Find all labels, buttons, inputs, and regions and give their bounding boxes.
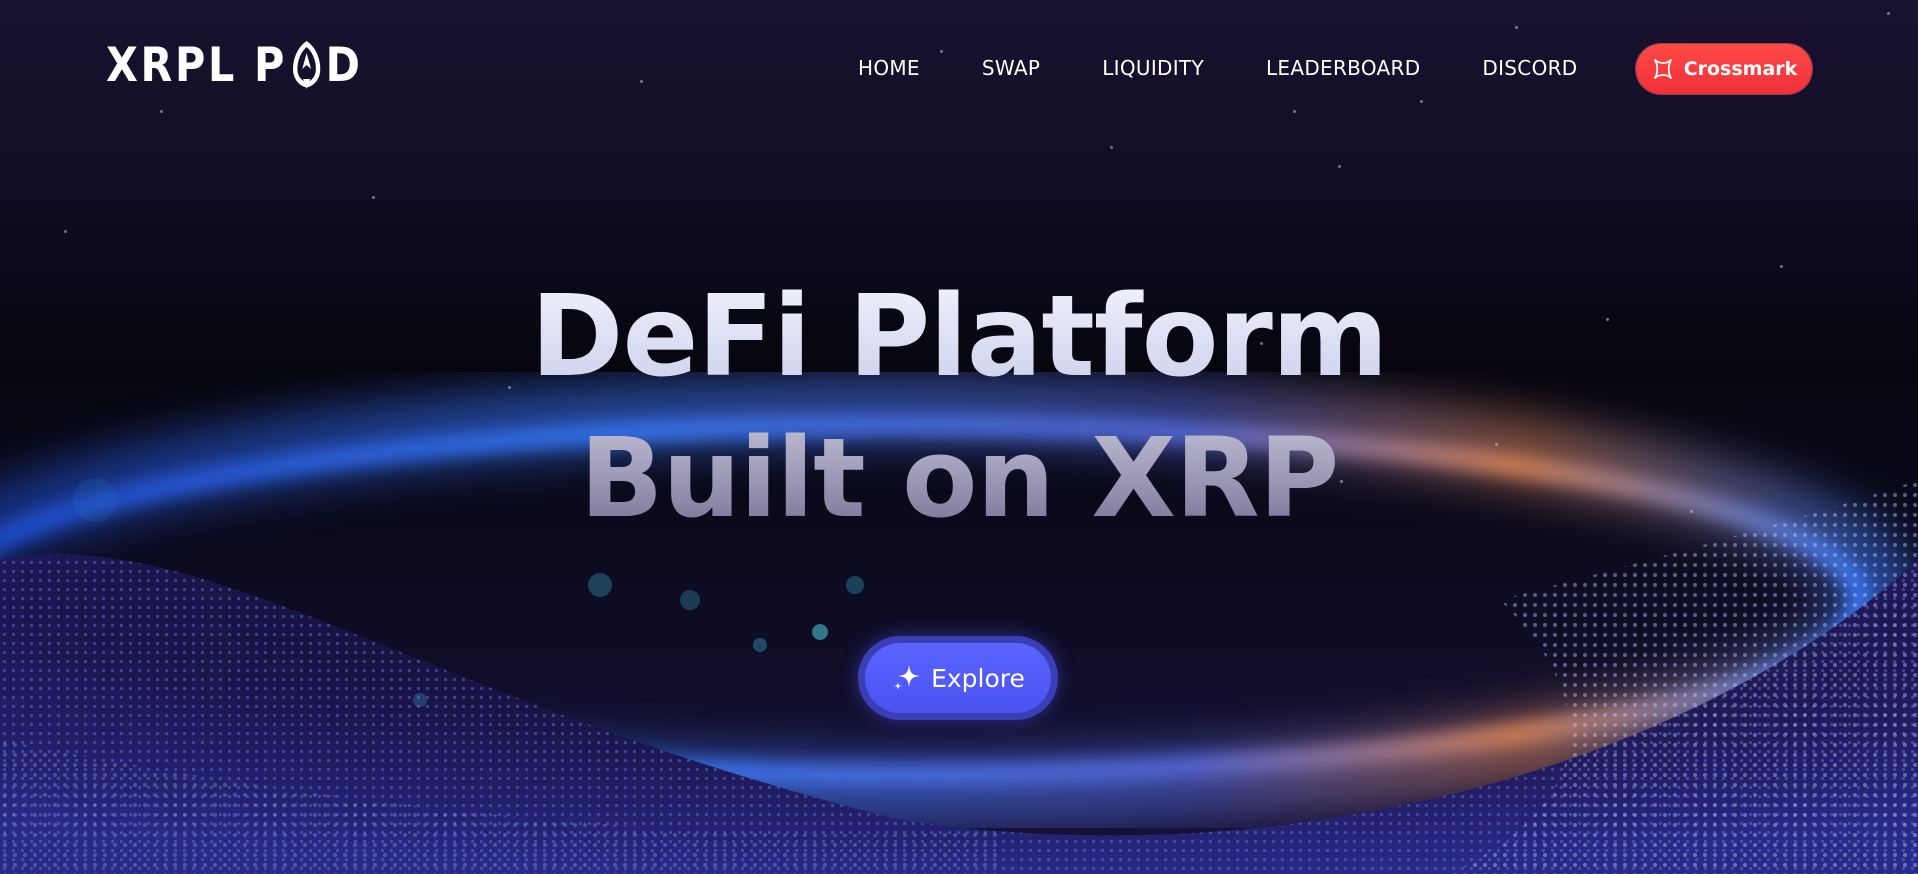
nav-home[interactable]: HOME (858, 48, 920, 88)
brand-logo[interactable]: XRPL P D (106, 38, 363, 94)
hero-title-line-1: DeFi Platform (0, 272, 1918, 402)
main-nav: HOME SWAP LIQUIDITY LEADERBOARD DISCORD (858, 48, 1578, 88)
nav-liquidity[interactable]: LIQUIDITY (1102, 48, 1204, 88)
rocket-icon (292, 41, 320, 89)
nav-leaderboard[interactable]: LEADERBOARD (1266, 48, 1420, 88)
explore-button-label: Explore (931, 663, 1025, 693)
brand-logo-text-left: XRPL P (106, 38, 287, 93)
brand-logo-text-right: D (325, 38, 363, 93)
nav-discord[interactable]: DISCORD (1482, 48, 1577, 88)
crossmark-icon (1653, 59, 1672, 79)
landing-page: XRPL P D HOME SWAP LIQUIDITY LEADERBOARD… (0, 0, 1918, 874)
explore-button[interactable]: Explore (858, 636, 1058, 720)
hero-title-line-2: Built on XRP (0, 413, 1918, 543)
explore-button-inner: Explore (865, 643, 1051, 713)
sparkle-icon (894, 665, 921, 690)
crossmark-wallet-button[interactable]: Crossmark (1636, 44, 1812, 94)
nav-swap[interactable]: SWAP (982, 48, 1040, 88)
crossmark-wallet-label: Crossmark (1683, 58, 1798, 80)
